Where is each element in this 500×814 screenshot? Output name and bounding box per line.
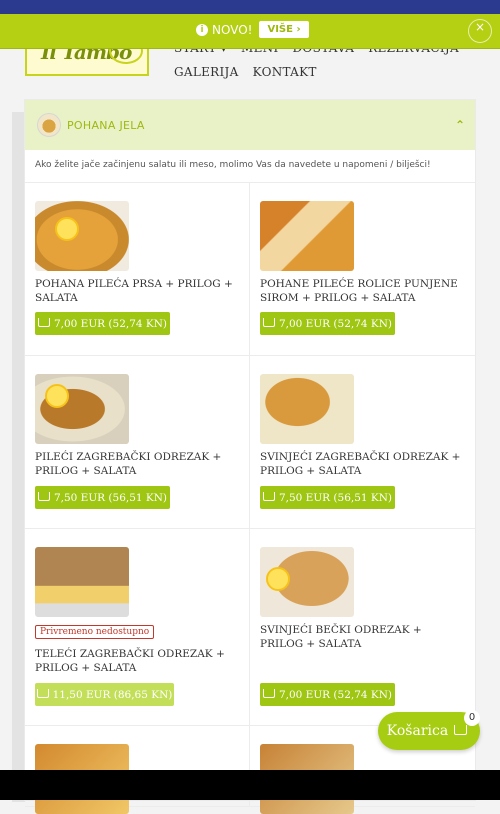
- add-to-cart-button[interactable]: 7,00 EUR (52,74 KN): [260, 312, 395, 335]
- cart-count-badge: 0: [464, 710, 480, 726]
- info-icon: i: [196, 23, 208, 36]
- add-to-cart-button[interactable]: 7,50 EUR (56,51 KN): [260, 486, 395, 509]
- price-label: 7,00 EUR (52,74 KN): [53, 317, 168, 330]
- promo-bar: i NOVO! VIŠE › ×: [0, 14, 500, 49]
- lemon-icon: [45, 384, 69, 408]
- top-strip: [0, 0, 500, 14]
- unavailable-badge: Privremeno nedostupno: [35, 625, 155, 639]
- category-title: POHANA JELA: [67, 118, 145, 132]
- cart-icon: [262, 492, 275, 501]
- price-label: 7,00 EUR (52,74 KN): [278, 688, 393, 701]
- add-to-cart-button[interactable]: 7,00 EUR (52,74 KN): [260, 683, 395, 706]
- nav-item-kontakt[interactable]: KONTAKT: [253, 65, 317, 79]
- dish-name: POHANA PILEĆA PRSA + PRILOG + SALATA: [35, 278, 233, 304]
- bottom-bar: [0, 770, 500, 800]
- dish-name: SVINJEĆI BEČKI ODREZAK + PRILOG + SALATA: [260, 624, 422, 650]
- cart-icon: [37, 318, 50, 327]
- cart-icon: [37, 492, 50, 501]
- cart-icon: [262, 689, 275, 698]
- cart-icon: [36, 689, 49, 698]
- cart-icon: [262, 318, 275, 327]
- promo-more-button[interactable]: VIŠE ›: [259, 21, 309, 38]
- promo-text: NOVO!: [212, 22, 253, 37]
- dish-image[interactable]: [35, 374, 129, 444]
- dish-card[interactable]: PILEĆI ZAGREBAČKI ODREZAK + PRILOG + SAL…: [25, 356, 249, 528]
- category-header[interactable]: POHANA JELA ⌃: [25, 100, 475, 150]
- price-label: 7,50 EUR (56,51 KN): [53, 491, 168, 504]
- chevron-up-icon[interactable]: ⌃: [455, 118, 465, 132]
- dish-card[interactable]: POHANE PILEĆE ROLICE PUNJENE SIROM + PRI…: [249, 183, 474, 355]
- dish-image[interactable]: [260, 201, 354, 271]
- dish-image[interactable]: [35, 547, 129, 617]
- dish-name: SVINJEĆI ZAGREBAČKI ODREZAK + PRILOG + S…: [260, 451, 461, 477]
- dish-image[interactable]: [35, 201, 129, 271]
- dish-row: PILEĆI ZAGREBAČKI ODREZAK + PRILOG + SAL…: [25, 356, 475, 529]
- add-to-cart-button[interactable]: 7,50 EUR (56,51 KN): [35, 486, 170, 509]
- nav-item-galerija[interactable]: GALERIJA: [174, 65, 239, 79]
- dish-card[interactable]: POHANA PILEĆA PRSA + PRILOG + SALATA 7,0…: [25, 183, 249, 355]
- close-icon[interactable]: ×: [468, 19, 492, 43]
- dish-row: POHANA PILEĆA PRSA + PRILOG + SALATA 7,0…: [25, 183, 475, 356]
- dish-name: POHANE PILEĆE ROLICE PUNJENE SIROM + PRI…: [260, 278, 458, 304]
- dish-card[interactable]: SVINJEĆI ZAGREBAČKI ODREZAK + PRILOG + S…: [249, 356, 474, 528]
- dish-card[interactable]: SVINJEĆI BEČKI ODREZAK + PRILOG + SALATA…: [249, 529, 474, 725]
- dish-card[interactable]: Privremeno nedostupno TELEĆI ZAGREBAČKI …: [25, 529, 249, 725]
- dish-image[interactable]: [260, 547, 354, 617]
- category-note: Ako želite jače začinjenu salatu ili mes…: [25, 150, 475, 183]
- dish-name: PILEĆI ZAGREBAČKI ODREZAK + PRILOG + SAL…: [35, 451, 222, 477]
- price-label: 11,50 EUR (86,65 KN): [52, 688, 173, 701]
- add-to-cart-button[interactable]: 11,50 EUR (86,65 KN): [35, 683, 174, 706]
- cart-icon: [454, 725, 468, 735]
- price-label: 7,50 EUR (56,51 KN): [278, 491, 393, 504]
- lemon-icon: [266, 567, 290, 591]
- dish-row: Privremeno nedostupno TELEĆI ZAGREBAČKI …: [25, 529, 475, 726]
- price-label: 7,00 EUR (52,74 KN): [278, 317, 393, 330]
- lemon-icon: [55, 217, 79, 241]
- dish-image[interactable]: [260, 374, 354, 444]
- dish-name: TELEĆI ZAGREBAČKI ODREZAK + PRILOG + SAL…: [35, 648, 225, 674]
- menu-panel: POHANA JELA ⌃ Ako želite jače začinjenu …: [25, 100, 475, 814]
- add-to-cart-button[interactable]: 7,00 EUR (52,74 KN): [35, 312, 170, 335]
- panel-shadow: [12, 112, 25, 802]
- category-thumbnail: [37, 113, 61, 137]
- cart-label: Košarica: [386, 723, 449, 739]
